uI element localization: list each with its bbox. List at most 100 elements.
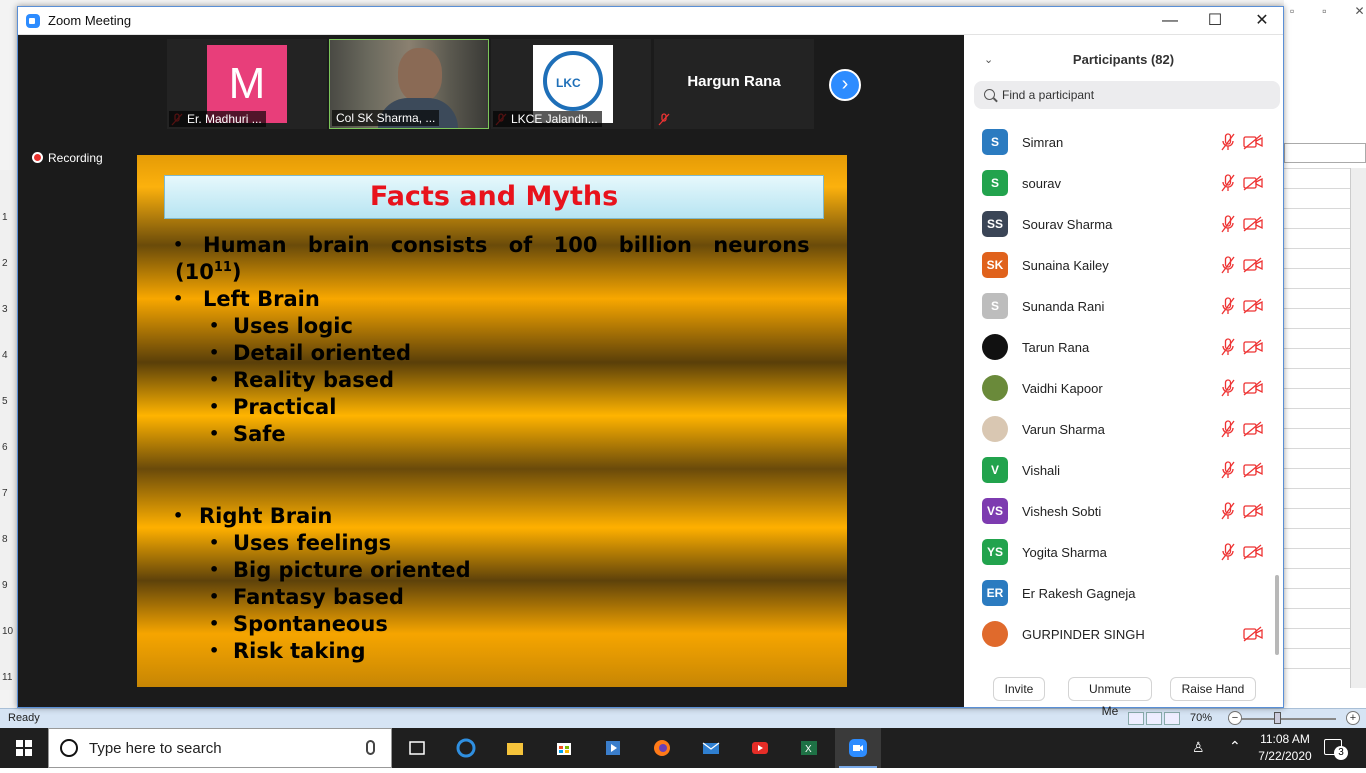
mic-muted-icon[interactable] <box>1220 297 1236 315</box>
participant-row[interactable]: Ssourav <box>964 162 1274 203</box>
mic-muted-icon[interactable] <box>1220 338 1236 356</box>
microphone-icon[interactable] <box>366 740 375 755</box>
edge-button[interactable] <box>443 728 489 768</box>
next-page-arrow-icon[interactable]: › <box>829 69 861 101</box>
zoom-taskbar-button[interactable] <box>835 728 881 768</box>
video-thumb-active-speaker[interactable]: Col SK Sharma, ... <box>329 39 489 129</box>
video-off-icon[interactable] <box>1243 257 1263 273</box>
excel-row-number[interactable]: 6 <box>2 442 8 453</box>
mic-muted-icon[interactable] <box>1220 543 1236 561</box>
excel-row-number[interactable]: 9 <box>2 580 8 591</box>
media-player-button[interactable] <box>590 728 636 768</box>
excel-vertical-scrollbar[interactable] <box>1350 168 1366 688</box>
excel-row-number[interactable]: 5 <box>2 396 8 407</box>
view-buttons[interactable] <box>1128 712 1184 725</box>
excel-window-controls[interactable]: ▫▫✕ <box>1290 4 1366 18</box>
video-off-icon[interactable] <box>1243 134 1263 150</box>
excel-row-number[interactable]: 8 <box>2 534 8 545</box>
video-thumb[interactable]: LKC LKCE Jalandh... <box>491 39 651 129</box>
participant-row[interactable]: GURPINDER SINGH <box>964 613 1274 654</box>
excel-row-number[interactable]: 11 <box>2 672 12 683</box>
video-thumb[interactable]: Hargun Rana <box>654 39 814 129</box>
page-break-icon[interactable] <box>1164 712 1180 725</box>
video-off-icon[interactable] <box>1243 421 1263 437</box>
mic-muted-icon[interactable] <box>1220 133 1236 151</box>
participants-panel: ⌄ Participants (82) SSimranSsouravSSSour… <box>964 35 1283 718</box>
participant-row[interactable]: S Simran <box>964 121 1274 162</box>
excel-row-number[interactable]: 7 <box>2 488 8 499</box>
slide-line: • Fantasy based <box>209 585 404 609</box>
excel-row-number[interactable]: 4 <box>2 350 8 361</box>
participant-name: Sourav Sharma <box>1022 217 1113 232</box>
taskbar-search-box[interactable]: Type here to search <box>48 728 392 768</box>
file-explorer-button[interactable] <box>492 728 538 768</box>
close-button[interactable]: ✕ <box>1240 9 1284 33</box>
people-icon[interactable]: ♙ <box>1192 739 1205 756</box>
participant-row[interactable]: VS Vishesh Sobti <box>964 490 1274 531</box>
participant-search[interactable] <box>974 81 1280 109</box>
start-button[interactable] <box>0 728 48 768</box>
video-off-icon[interactable] <box>1243 626 1263 642</box>
mic-muted-icon[interactable] <box>1220 461 1236 479</box>
excel-formula-bar[interactable] <box>1284 143 1366 163</box>
video-thumb[interactable]: M Er. Madhuri ... <box>167 39 327 129</box>
participant-row[interactable]: SK Sunaina Kailey <box>964 244 1274 285</box>
bullet: • <box>209 614 220 633</box>
video-off-icon[interactable] <box>1243 298 1263 314</box>
invite-button[interactable]: Invite <box>993 677 1045 701</box>
recording-indicator[interactable]: Recording <box>32 151 103 165</box>
video-off-icon[interactable] <box>1243 544 1263 560</box>
windows-taskbar: Type here to search X ♙ ⌃ 11:08 AM 7/22/2… <box>0 728 1366 768</box>
slide-line: • Human brain consists of 100 billion neu… <box>173 233 813 257</box>
unmute-me-button[interactable]: Unmute Me <box>1068 677 1152 718</box>
participant-row[interactable]: Tarun Rana <box>964 326 1274 367</box>
zoom-in-icon[interactable]: + <box>1346 711 1360 725</box>
participant-row[interactable]: ER Er Rakesh Gagneja <box>964 572 1274 613</box>
mic-muted-icon[interactable] <box>1220 420 1236 438</box>
zoom-slider-thumb[interactable] <box>1274 712 1281 724</box>
page-layout-icon[interactable] <box>1146 712 1162 725</box>
avatar <box>982 416 1008 442</box>
search-input[interactable] <box>1002 86 1262 104</box>
excel-row-number[interactable]: 2 <box>2 258 8 269</box>
raise-hand-button[interactable]: Raise Hand <box>1170 677 1256 701</box>
firefox-button[interactable] <box>639 728 685 768</box>
clock[interactable]: 11:08 AM 7/22/2020 <box>1255 731 1315 765</box>
chevron-up-icon[interactable]: ⌃ <box>1229 738 1241 755</box>
excel-row-number[interactable]: 10 <box>2 626 13 637</box>
excel-row-number[interactable]: 3 <box>2 304 8 315</box>
task-view-button[interactable] <box>394 728 440 768</box>
video-off-icon[interactable] <box>1243 175 1263 191</box>
participant-row[interactable]: S Sunanda Rani <box>964 285 1274 326</box>
participant-row[interactable]: V Vishali <box>964 449 1274 490</box>
zoom-slider[interactable] <box>1228 718 1336 720</box>
youtube-button[interactable] <box>737 728 783 768</box>
mic-muted-icon[interactable] <box>1220 502 1236 520</box>
mic-muted-icon[interactable] <box>1220 174 1236 192</box>
participant-list-scrollbar[interactable] <box>1275 575 1279 655</box>
mic-muted-icon[interactable] <box>1220 379 1236 397</box>
mic-muted-icon[interactable] <box>1220 215 1236 233</box>
excel-button[interactable]: X <box>786 728 832 768</box>
normal-view-icon[interactable] <box>1128 712 1144 725</box>
slide-line: • Big picture oriented <box>209 558 471 582</box>
video-off-icon[interactable] <box>1243 339 1263 355</box>
video-off-icon[interactable] <box>1243 462 1263 478</box>
video-off-icon[interactable] <box>1243 503 1263 519</box>
participant-row[interactable]: Varun Sharma <box>964 408 1274 449</box>
video-off-icon[interactable] <box>1243 216 1263 232</box>
mic-muted-icon[interactable] <box>1220 256 1236 274</box>
minimize-button[interactable]: — <box>1148 9 1192 33</box>
zoom-out-icon[interactable]: − <box>1228 711 1242 725</box>
maximize-button[interactable]: ☐ <box>1193 9 1237 33</box>
store-button[interactable] <box>541 728 587 768</box>
clock-time: 11:08 AM <box>1260 732 1310 746</box>
participant-row[interactable]: SS Sourav Sharma <box>964 203 1274 244</box>
mail-button[interactable] <box>688 728 734 768</box>
video-off-icon[interactable] <box>1243 380 1263 396</box>
edge-icon <box>456 738 476 758</box>
participant-row[interactable]: Vaidhi Kapoor <box>964 367 1274 408</box>
participant-row[interactable]: YS Yogita Sharma <box>964 531 1274 572</box>
slide-line: • Uses logic <box>209 314 353 338</box>
excel-row-number[interactable]: 1 <box>2 212 8 223</box>
